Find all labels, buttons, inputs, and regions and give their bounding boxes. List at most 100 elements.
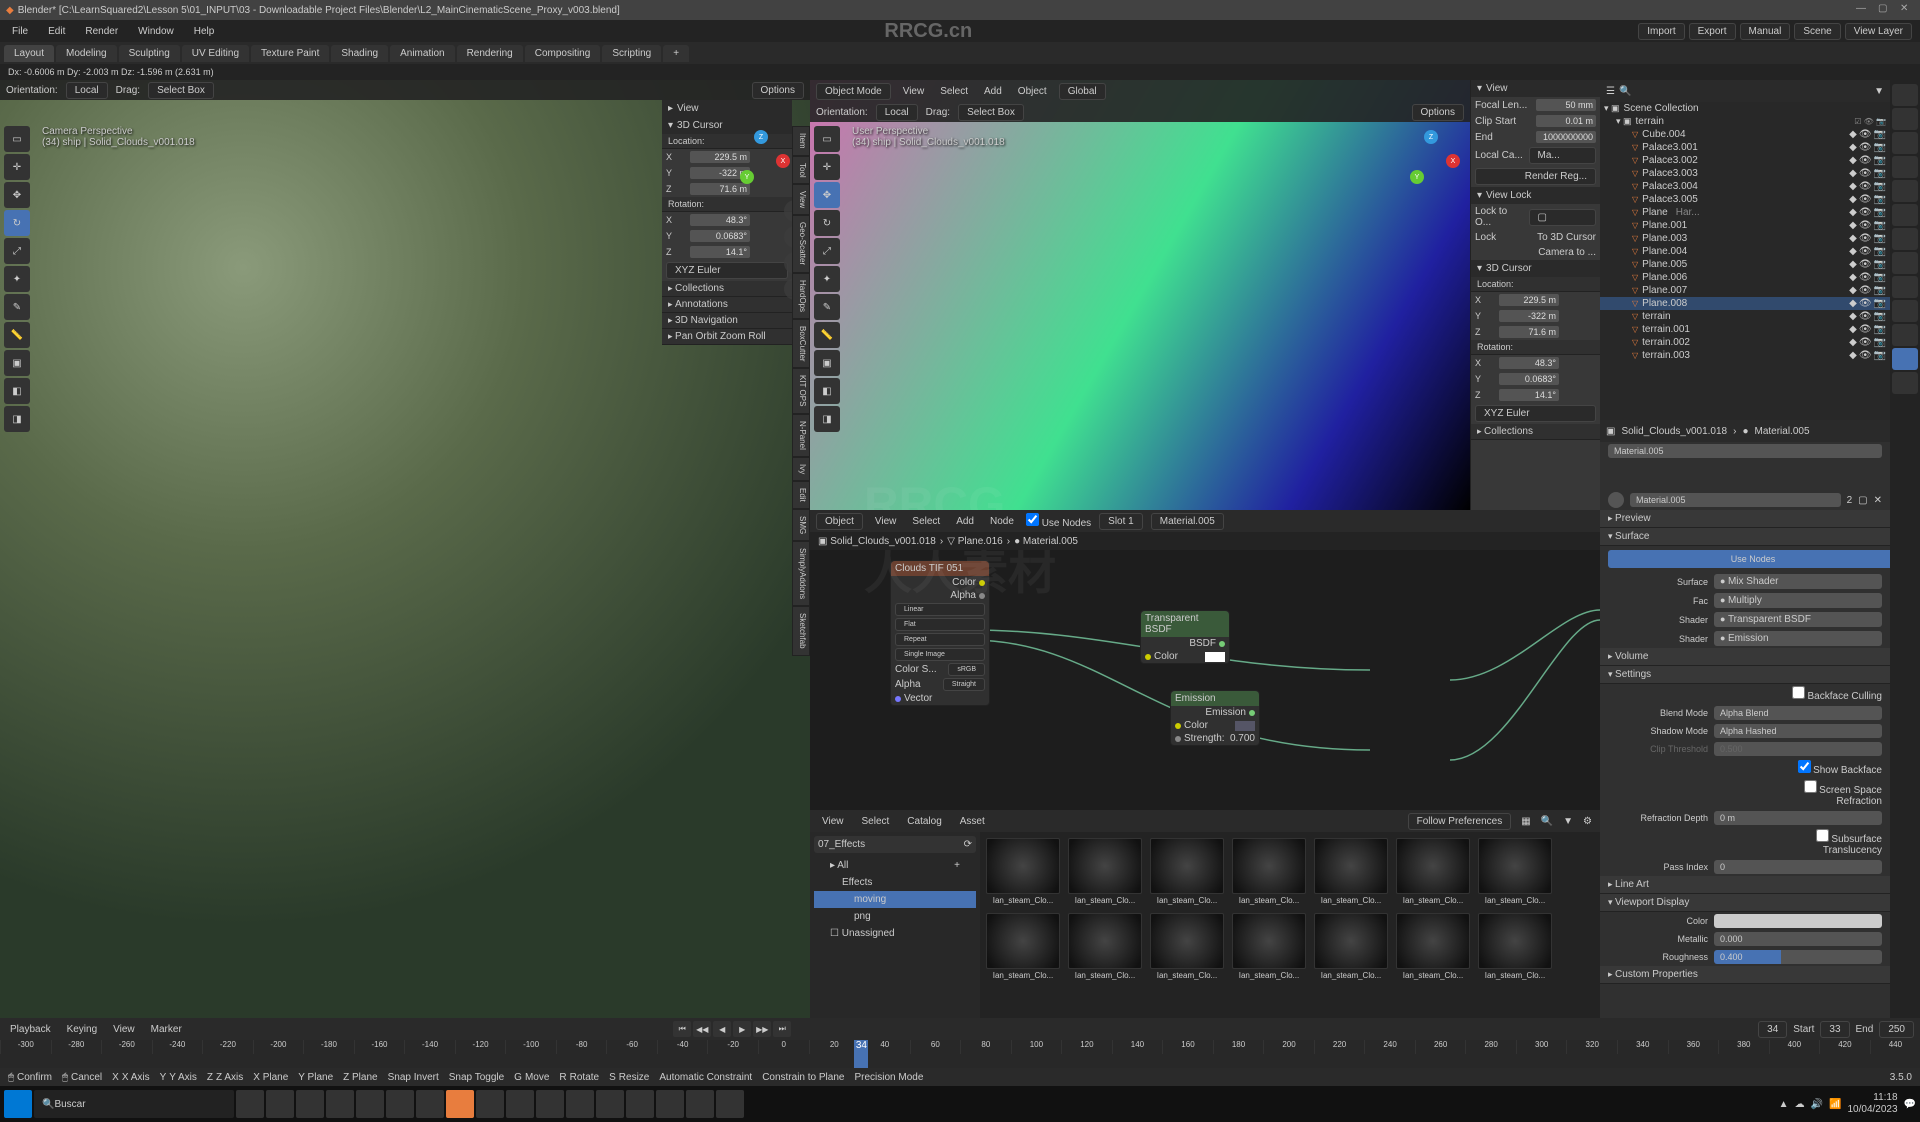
ptab-data[interactable] [1892, 324, 1918, 346]
rough-field[interactable]: 0.400 [1714, 950, 1882, 964]
localcam-field[interactable]: Ma... [1529, 147, 1597, 164]
viewlayer-selector[interactable]: View Layer [1845, 23, 1912, 40]
outliner-item[interactable]: ▽ Palace3.001◆ 👁 📷 [1600, 141, 1890, 154]
mod-icon[interactable]: ◆ [1849, 194, 1857, 205]
asset-thumb[interactable]: Ian_steam_Clo... [1150, 838, 1224, 905]
eye-icon[interactable]: 👁 [1859, 155, 1872, 166]
tb-app11[interactable] [566, 1090, 594, 1118]
asset-thumb[interactable]: Ian_steam_Clo... [986, 913, 1060, 980]
tb-app6[interactable] [416, 1090, 444, 1118]
asset-thumb[interactable]: Ian_steam_Clo... [1478, 913, 1552, 980]
tree-png[interactable]: png [814, 908, 976, 925]
tab-shading[interactable]: Shading [331, 45, 388, 62]
render-icon[interactable]: 📷 [1874, 350, 1886, 361]
npanel-cursor-head[interactable]: ▾ [668, 120, 673, 131]
mod-icon[interactable]: ◆ [1849, 350, 1857, 361]
axis-z-icon-r[interactable]: Z [1424, 130, 1438, 144]
prev-key-icon[interactable]: ◀◀ [693, 1021, 711, 1037]
mod-icon[interactable]: ◆ [1849, 220, 1857, 231]
orientation-dropdown[interactable]: Local [66, 82, 108, 99]
shader-type[interactable]: Object [816, 513, 863, 530]
render-icon[interactable]: 📷 [1874, 181, 1886, 192]
tool-rotate[interactable]: ↻ [4, 210, 30, 236]
outliner-item[interactable]: ▽ terrain◆ 👁 📷 [1600, 310, 1890, 323]
asset-display-icon[interactable]: ▦ [1521, 816, 1530, 827]
tb-app14[interactable] [656, 1090, 684, 1118]
ntab-kitops[interactable]: KIT OPS [792, 368, 810, 413]
shadow-field[interactable]: Alpha Hashed [1714, 724, 1882, 738]
tb-app12[interactable] [596, 1090, 624, 1118]
shader-select[interactable]: Select [908, 514, 944, 529]
sec-collections[interactable]: ▸ Collections [662, 281, 792, 297]
tool-move[interactable]: ✥ [4, 182, 30, 208]
mod-icon[interactable]: ◆ [1849, 324, 1857, 335]
global-dropdown[interactable]: Global [1059, 83, 1106, 100]
render-icon[interactable]: 📷 [1874, 168, 1886, 179]
tl-keying[interactable]: Keying [63, 1022, 102, 1037]
asset-thumb[interactable]: Ian_steam_Clo... [1314, 913, 1388, 980]
tb-app1[interactable] [266, 1090, 294, 1118]
asset-select[interactable]: Select [858, 814, 894, 829]
ptab-output[interactable] [1892, 108, 1918, 130]
tb-app2[interactable] [296, 1090, 324, 1118]
render-icon[interactable]: 📷 [1874, 155, 1886, 166]
shader2-field[interactable]: ● Emission [1714, 631, 1882, 646]
tab-animation[interactable]: Animation [390, 45, 454, 62]
eye-icon[interactable]: 👁 [1859, 285, 1872, 296]
euler-dropdown[interactable]: XYZ Euler [666, 262, 788, 279]
ptab-viewlayer[interactable] [1892, 132, 1918, 154]
ntab-view[interactable]: View [792, 184, 810, 215]
tab-rendering[interactable]: Rendering [457, 45, 523, 62]
cursor-rz-r[interactable] [1499, 389, 1559, 401]
cursor-rz[interactable] [690, 246, 750, 258]
eye-icon[interactable]: 👁 [1859, 272, 1872, 283]
ntab-ivy[interactable]: Ivy [792, 457, 810, 481]
vmenu-add[interactable]: Add [980, 84, 1006, 99]
mod-icon[interactable]: ◆ [1849, 181, 1857, 192]
tool-scale-r[interactable]: ⤢ [814, 238, 840, 264]
cursor-ry-r[interactable] [1499, 373, 1559, 385]
tab-scripting[interactable]: Scripting [602, 45, 661, 62]
ptab-world[interactable] [1892, 180, 1918, 202]
tb-app3[interactable] [326, 1090, 354, 1118]
mod-icon[interactable]: ◆ [1849, 298, 1857, 309]
eye-icon[interactable]: 👁 [1859, 220, 1872, 231]
ssr-check[interactable]: Screen Space Refraction [1782, 780, 1882, 807]
focal-input[interactable] [1536, 99, 1596, 111]
drag-dropdown-r[interactable]: Select Box [958, 104, 1024, 121]
axis-z-icon[interactable]: Z [754, 130, 768, 144]
scene-selector[interactable]: Scene [1794, 23, 1840, 40]
ntab-npanel[interactable]: N-Panel [792, 414, 810, 457]
emiss-color-swatch[interactable] [1235, 721, 1255, 731]
outliner-scenecoll[interactable]: ▾ ▣ Scene Collection [1600, 102, 1890, 115]
asset-catalog[interactable]: Catalog [903, 814, 945, 829]
tray-icon2[interactable]: ☁ [1795, 1099, 1805, 1110]
eye-icon[interactable]: 👁 [1859, 194, 1872, 205]
asset-thumb[interactable]: Ian_steam_Clo... [1478, 838, 1552, 905]
clipstart-input[interactable] [1536, 115, 1596, 127]
sec-volume[interactable]: ▸ Volume [1600, 648, 1890, 666]
sec-custom[interactable]: ▸ Custom Properties [1600, 966, 1890, 984]
cursor-ry[interactable] [690, 230, 750, 242]
tb-app9[interactable] [506, 1090, 534, 1118]
ptab-texture[interactable] [1892, 372, 1918, 394]
backface-check[interactable]: Backface Culling [1782, 686, 1882, 702]
imgtex-proj[interactable]: Flat [895, 618, 985, 631]
mod-icon[interactable]: ◆ [1849, 285, 1857, 296]
tray-icon1[interactable]: ▲ [1779, 1099, 1789, 1110]
metallic-field[interactable]: 0.000 [1714, 932, 1882, 946]
outliner-item[interactable]: ▽ Plane.007◆ 👁 📷 [1600, 284, 1890, 297]
mat-new[interactable]: ▢ [1858, 495, 1867, 506]
eye-icon[interactable]: 👁 [1859, 337, 1872, 348]
render-icon[interactable]: 📷 [1874, 259, 1886, 270]
render-icon[interactable]: 📷 [1874, 220, 1886, 231]
asset-asset[interactable]: Asset [956, 814, 989, 829]
mod-icon[interactable]: ◆ [1849, 233, 1857, 244]
ptab-scene[interactable] [1892, 156, 1918, 178]
render-icon[interactable]: 📷 [1874, 194, 1886, 205]
tb-chrome[interactable] [356, 1090, 384, 1118]
asset-thumb[interactable]: Ian_steam_Clo... [986, 838, 1060, 905]
render-icon[interactable]: 📷 [1874, 207, 1886, 218]
menu-edit[interactable]: Edit [44, 24, 69, 39]
cursor-rx[interactable] [690, 214, 750, 226]
